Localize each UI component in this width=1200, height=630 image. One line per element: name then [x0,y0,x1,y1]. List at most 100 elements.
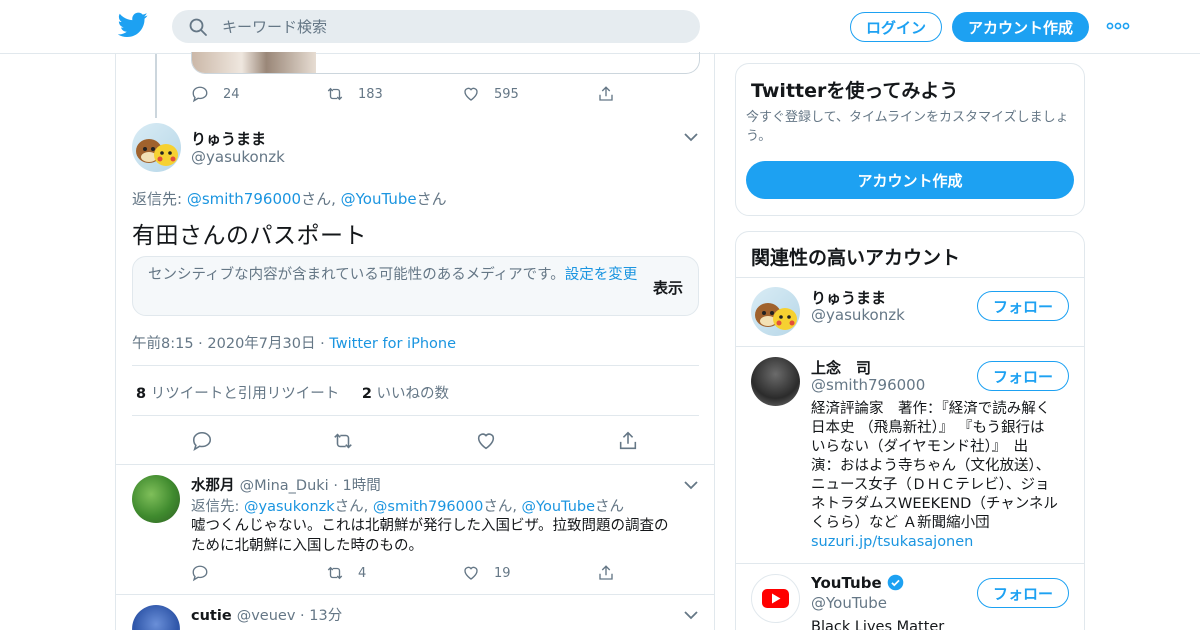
card-title: 関連性の高いアカウント [751,247,961,269]
share-icon [599,565,613,580]
like-count: 19 [494,565,511,581]
change-settings-link[interactable]: 設定を変更 [565,267,638,283]
bio-line: 日本史 （飛鳥新社）』 『もう銀行は [811,420,1045,436]
tweet-text-line: 嘘つくんじゃない。これは北朝鮮が発行した入国ビザ。拉致問題の調査の [191,518,669,534]
like-action[interactable]: 19 [462,564,511,582]
sensitive-message: センシティブな内容が含まれている可能性のあるメディアです。 [148,267,565,283]
tweet-time[interactable]: 1時間 [343,478,381,494]
tweet-source-link[interactable]: Twitter for iPhone [329,336,456,352]
follow-button[interactable]: フォロー [977,578,1069,608]
retweet-action[interactable]: 4 [326,564,366,582]
search-input[interactable] [222,10,682,43]
chevron-down-icon[interactable] [684,480,698,490]
account-name[interactable]: りゅうまま [811,287,886,308]
author-handle[interactable]: @yasukonzk [191,148,285,166]
share-action[interactable] [617,430,639,452]
divider [736,563,1084,564]
avatar-image [755,303,797,330]
bio-line: ネトラダムスWEEKEND（チャンネル [811,496,1058,512]
signup-prompt-card: Twitterを使ってみよう 今すぐ登録して、タイムラインをカスタマイズしましょ… [735,63,1085,216]
reply-icon [192,431,212,451]
reply-to-link[interactable]: @yasukonzk [244,499,335,515]
reply-action[interactable]: 24 [191,85,240,103]
card-description-line: 今すぐ登録して、タイムラインをカスタマイズしましょ [746,110,1069,125]
reply-to-link[interactable]: @YouTube [341,190,417,208]
share-icon [599,86,613,101]
tweet-date[interactable]: 2020年7月30日 [207,336,315,352]
avatar[interactable] [132,475,180,523]
account-name[interactable]: 上念 司 [811,357,871,378]
bio-line: くらら）など Ａ新聞縮小団 [811,515,990,531]
retweets-stat[interactable]: 8 リツイートと引用リツイート [136,386,339,402]
like-action[interactable] [475,430,497,452]
avatar-image [136,139,178,166]
signup-button[interactable]: アカウント作成 [952,12,1089,42]
author-name[interactable]: りゅうまま [191,128,266,149]
reply-to-separator: さん, [334,499,373,515]
author-name[interactable]: cutie [191,608,232,624]
author-handle[interactable]: @Mina_Duki [240,478,329,494]
search-box[interactable] [172,10,700,43]
share-action[interactable] [597,564,615,582]
tweet-time[interactable]: 午前8:15 [132,336,194,352]
reply-to-suffix: さん [416,190,447,208]
account-bio: 経済評論家 著作：『経済で読み解く 日本史 （飛鳥新社）』 『もう銀行は いらな… [811,400,1073,552]
tweet-text: 嘘つくんじゃない。これは北朝鮮が発行した入国ビザ。拉致問題の調査の ために北朝鮮… [191,516,668,556]
bio-line: ニュース女子（ＤＨＣテレビ）、ジョ [811,477,1050,493]
more-options-icon[interactable] [1106,18,1130,34]
reply-to-link[interactable]: @smith796000 [373,499,483,515]
card-title: Twitterを使ってみよう [751,80,959,102]
retweet-icon [327,566,343,580]
retweet-icon [334,433,352,449]
reply-icon [192,565,208,582]
divider [736,346,1084,347]
avatar[interactable] [751,357,800,406]
avatar[interactable] [132,605,180,630]
reply-to-suffix: さん [595,499,625,515]
reply-action[interactable] [191,430,213,452]
author-name[interactable]: 水那月 [191,478,235,494]
chevron-down-icon[interactable] [684,610,698,620]
follow-button[interactable]: フォロー [977,361,1069,391]
account-name[interactable]: YouTube [811,574,904,592]
login-button[interactable]: ログイン [850,12,942,42]
previous-tweet-media[interactable] [191,52,700,74]
reply-count: 24 [223,86,240,102]
avatar[interactable] [132,123,181,172]
bio-line: 演：おはよう寺ちゃん（文化放送）、 [811,458,1051,474]
retweet-action[interactable] [332,430,354,452]
chevron-down-icon[interactable] [684,132,698,142]
related-accounts-card: 関連性の高いアカウント りゅうまま @yasukonzk フォロー 上念 司 @… [735,231,1085,630]
reply-to-link[interactable]: @YouTube [522,499,595,515]
account-handle[interactable]: @YouTube [811,594,887,612]
reply-to-link[interactable]: @smith796000 [187,190,301,208]
show-media-button[interactable]: 表示 [653,277,683,298]
youtube-logo-icon [762,589,789,608]
divider [116,464,714,465]
account-handle[interactable]: @yasukonzk [811,306,905,324]
tweet-time[interactable]: 13分 [309,608,342,624]
twitter-bird-logo-icon[interactable] [118,12,148,38]
like-stat-label: いいねの数 [376,386,450,402]
sensitive-warning-text: センシティブな内容が含まれている可能性のあるメディアです。設定を変更 [148,266,638,285]
reply-to-line: 返信先: @yasukonzkさん, @smith796000さん, @YouT… [191,495,624,516]
reply-icon [192,86,208,103]
share-action[interactable] [597,85,615,103]
card-description-line: う。 [746,129,772,144]
reply-to-separator: さん, [301,190,341,208]
follow-button[interactable]: フォロー [977,291,1069,321]
account-name-text: YouTube [811,574,882,592]
like-action[interactable]: 595 [462,85,519,103]
avatar[interactable] [751,574,800,623]
create-account-button[interactable]: アカウント作成 [746,161,1074,199]
divider [736,277,1084,278]
author-handle[interactable]: @veuev [237,608,296,624]
bio-link[interactable]: suzuri.jp/tsukasajonen [811,533,1073,552]
likes-stat[interactable]: 2 いいねの数 [362,386,449,402]
reply-action[interactable] [191,564,209,582]
account-handle[interactable]: @smith796000 [811,376,925,394]
divider [132,365,699,366]
retweet-action[interactable]: 183 [326,85,383,103]
heart-icon [464,87,478,101]
avatar[interactable] [751,287,800,336]
